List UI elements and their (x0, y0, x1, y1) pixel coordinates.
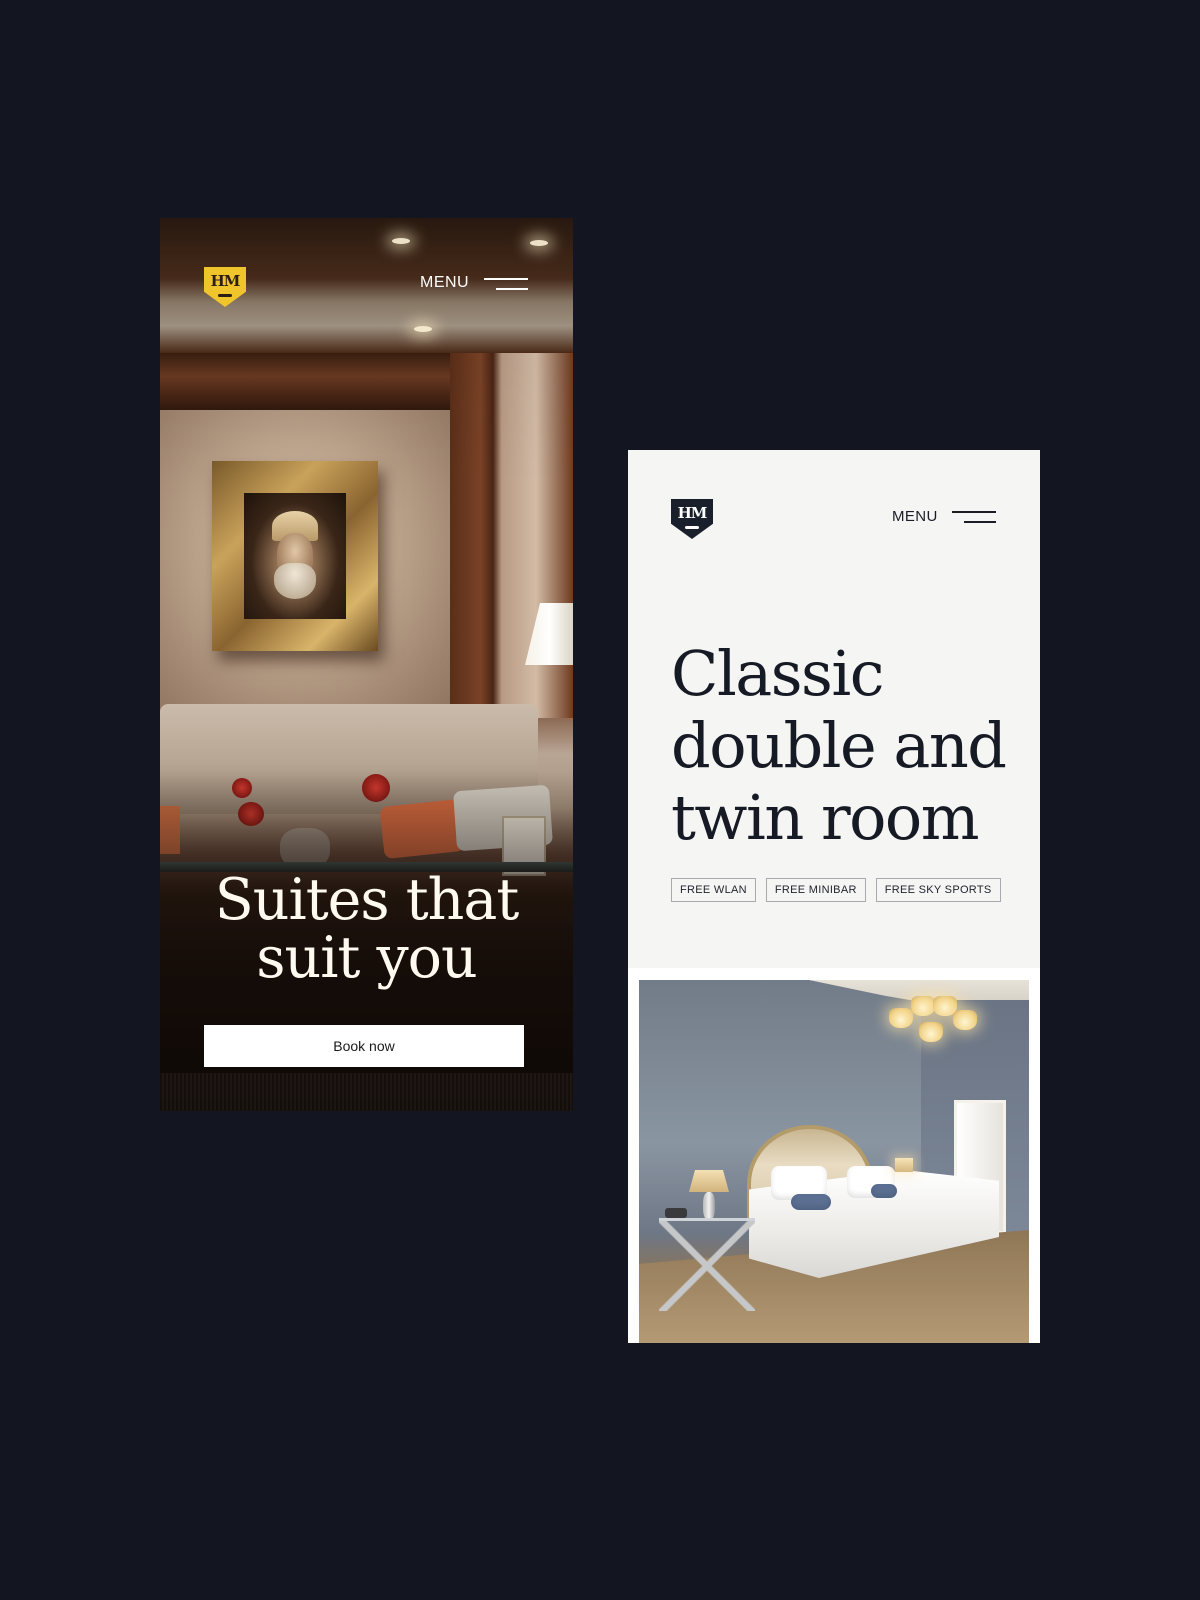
room-detail-screen: HM MENU Classic double and twin room FRE… (628, 450, 1040, 1343)
hotel-crest-icon[interactable]: HM (671, 499, 713, 539)
showcase-canvas: HM MENU Suites that suit you Book now HM… (0, 0, 1200, 1600)
telephone (665, 1208, 687, 1218)
book-now-button[interactable]: Book now (204, 1025, 524, 1067)
room-photo-frame (628, 968, 1040, 1343)
hamburger-icon[interactable] (952, 511, 996, 523)
room-title-line: twin room (671, 781, 980, 854)
room-title-line: Classic (671, 637, 884, 710)
room-title-line: double and (671, 709, 1007, 782)
bed-cushion (871, 1184, 897, 1198)
hero-screen: HM MENU Suites that suit you Book now (160, 218, 573, 1111)
table-lamp (689, 1170, 729, 1192)
menu-label[interactable]: MENU (420, 274, 469, 292)
amenity-tags: FREE WLAN FREE MINIBAR FREE SKY SPORTS (671, 878, 1001, 902)
nightstand (659, 1218, 755, 1311)
amenity-tag: FREE MINIBAR (765, 878, 866, 902)
hamburger-icon[interactable] (484, 278, 528, 290)
hero-title-line: suit you (256, 925, 477, 991)
hamburger-line (964, 521, 996, 523)
amenity-tag: FREE SKY SPORTS (875, 878, 1001, 902)
chandelier (889, 988, 977, 1050)
bed-cushion (791, 1194, 831, 1210)
logo-flourish (685, 526, 699, 529)
logo-monogram: HM (677, 504, 708, 522)
table-lamp (895, 1158, 913, 1172)
hamburger-line (496, 288, 528, 290)
hamburger-line (484, 278, 528, 280)
menu-label[interactable]: MENU (892, 508, 938, 525)
twin-bedroom-photo[interactable] (639, 980, 1029, 1343)
logo-flourish (218, 294, 232, 297)
amenity-tag: FREE WLAN (671, 878, 756, 902)
hero-title-line: Suites that (214, 867, 520, 933)
lamp-base (703, 1192, 715, 1220)
hamburger-line (952, 511, 996, 513)
logo-monogram: HM (210, 272, 241, 290)
room-title: Classic double and twin room (671, 638, 1021, 854)
hero-title: Suites that suit you (160, 871, 573, 987)
